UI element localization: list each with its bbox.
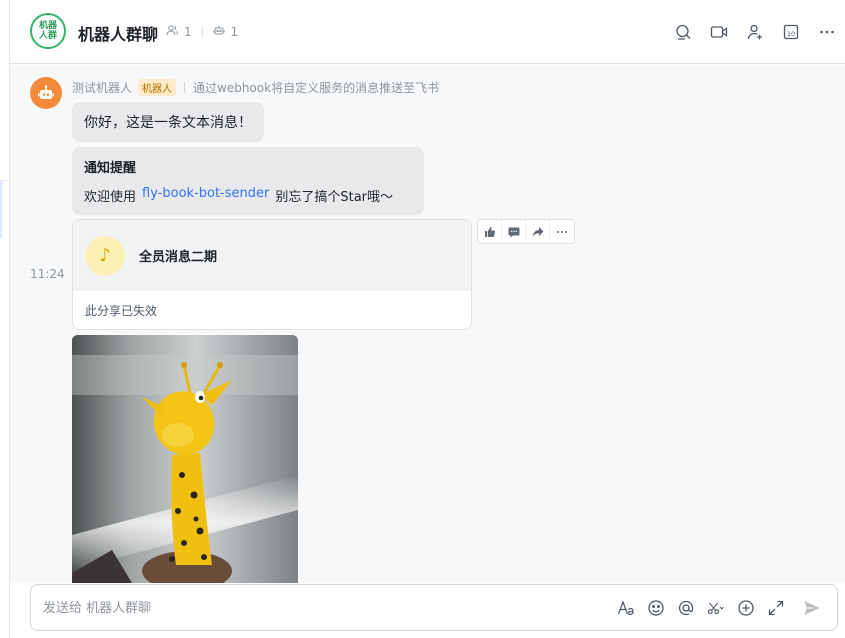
search-icon[interactable] (665, 20, 701, 44)
bot-count: 1 (230, 24, 239, 39)
share-card-status: 此分享已失效 (85, 304, 158, 318)
chat-header: 机器 人群 机器人群聊 1 1 10 (10, 0, 845, 64)
sender-name[interactable]: 测试机器人 (72, 79, 132, 96)
post-body: 欢迎使用 fly-book-bot-sender 别忘了搞个Star哦～ (84, 186, 412, 205)
post-title: 通知提醒 (84, 161, 137, 176)
post-suffix: 别忘了搞个Star哦～ (275, 190, 394, 205)
giraffe-photo (72, 335, 298, 583)
member-count: 1 (184, 24, 192, 39)
message-input[interactable] (43, 597, 583, 619)
message-composer (30, 584, 838, 631)
bot-tag: 机器人 (138, 79, 177, 96)
reply-icon[interactable] (502, 220, 526, 243)
more-icon[interactable] (809, 20, 845, 44)
sender-line: 测试机器人 机器人 通过webhook将自定义服务的消息推送至飞书 (72, 79, 439, 96)
svg-text:10: 10 (787, 30, 795, 38)
sender-description: 通过webhook将自定义服务的消息推送至飞书 (193, 81, 440, 95)
forward-icon[interactable] (526, 220, 550, 243)
message-list[interactable]: 测试机器人 机器人 通过webhook将自定义服务的消息推送至飞书 你好，这是一… (10, 65, 845, 583)
post-link[interactable]: fly-book-bot-sender (142, 186, 269, 205)
members-icon[interactable] (166, 24, 178, 39)
more-actions-icon[interactable] (550, 220, 574, 243)
group-avatar-text-2: 人群 (38, 31, 57, 41)
send-icon[interactable] (797, 595, 827, 621)
robot-icon (38, 85, 54, 99)
text-message-content: 你好，这是一条文本消息！ (84, 115, 252, 131)
music-note-icon: ♪ (85, 235, 125, 276)
expand-icon[interactable] (761, 595, 791, 621)
chat-meta: 1 1 (166, 24, 238, 39)
mention-icon[interactable] (671, 595, 701, 621)
image-message[interactable] (72, 335, 298, 583)
text-message[interactable]: 你好，这是一条文本消息！ (72, 102, 264, 142)
meta-divider (201, 25, 203, 38)
header-actions: 10 (665, 20, 845, 44)
text-format-icon[interactable] (611, 595, 641, 621)
post-message[interactable]: 通知提醒 欢迎使用 fly-book-bot-sender 别忘了搞个Star哦… (72, 147, 424, 215)
bot-avatar[interactable] (30, 77, 62, 109)
video-call-icon[interactable] (701, 20, 737, 44)
sender-divider (184, 82, 186, 93)
selected-indicator (0, 180, 2, 238)
post-prefix: 欢迎使用 (84, 190, 137, 205)
group-avatar-text-1: 机器 (38, 21, 57, 31)
share-card-header: ♪ 全员消息二期 (73, 220, 471, 291)
add-member-icon[interactable] (737, 20, 773, 44)
emoji-icon[interactable] (641, 595, 671, 621)
message-time: 11:24 (30, 267, 65, 281)
thumbs-up-icon[interactable] (478, 220, 502, 243)
chat-window: 机器 人群 机器人群聊 1 1 10 测试机器人 机器人 通过webhook将自… (0, 0, 845, 638)
sidebar-edge (0, 0, 10, 638)
bot-count-icon[interactable] (212, 24, 225, 39)
calendar-icon[interactable]: 10 (773, 20, 809, 44)
chat-title[interactable]: 机器人群聊 (78, 21, 158, 45)
share-card-title: 全员消息二期 (139, 250, 218, 265)
screenshot-scissors-icon[interactable] (701, 595, 731, 621)
add-icon[interactable] (731, 595, 761, 621)
message-action-bar (477, 219, 575, 244)
composer-toolbar (611, 595, 827, 621)
share-card[interactable]: ♪ 全员消息二期 此分享已失效 (72, 219, 472, 330)
group-avatar[interactable]: 机器 人群 (30, 13, 66, 49)
